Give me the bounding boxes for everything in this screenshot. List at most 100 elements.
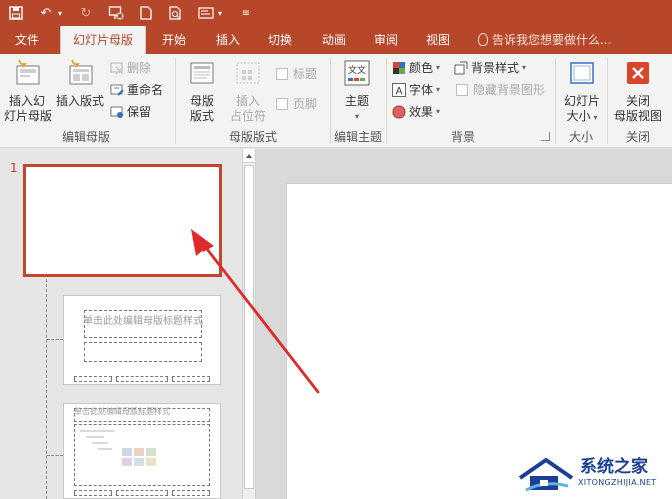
- watermark-subtext: XITONGZHIJIA.NET: [578, 478, 657, 487]
- preserve-label: 保留: [127, 105, 152, 119]
- group-divider: [175, 58, 176, 144]
- redo-icon[interactable]: ↻: [74, 2, 98, 24]
- watermark-text: 系统之家: [580, 457, 648, 477]
- title-checkbox-label: 标题: [293, 67, 318, 81]
- insert-slide-master-label-1: 插入幻: [8, 94, 45, 108]
- master-layout-label-1: 母版: [189, 94, 214, 108]
- hide-background-checkbox[interactable]: 隐藏背景图形: [456, 80, 545, 100]
- slide-size-button[interactable]: 幻灯片 大小 ▾: [560, 58, 604, 125]
- title-content-layout-thumbnail[interactable]: 单击此处编辑母版标题样式: [63, 403, 221, 499]
- undo-icon[interactable]: ↶: [34, 2, 58, 24]
- powerpoint-window: ↶ ▾ ↻ ▾ ≡ 文件 幻灯片母版 开始 插入 切换 动画 审阅 视图 告诉我…: [0, 0, 672, 499]
- tab-transitions[interactable]: 切换: [258, 26, 302, 54]
- svg-text:A: A: [396, 86, 403, 97]
- colors-button[interactable]: 颜色 ▾: [392, 58, 440, 78]
- fonts-label: 字体: [409, 83, 434, 97]
- title-checkbox[interactable]: 标题: [276, 64, 317, 84]
- slide-number: 1: [10, 161, 18, 175]
- tell-me-text: 告诉我您想要做什么...: [492, 33, 612, 47]
- tab-view[interactable]: 视图: [416, 26, 460, 54]
- delete-slide-icon: [110, 62, 124, 75]
- insert-slide-master-button[interactable]: 插入幻 灯片母版: [4, 58, 53, 124]
- house-logo-icon: [518, 458, 574, 492]
- rename-icon: [110, 84, 124, 96]
- group-label-edit-theme: 编辑主题: [333, 130, 382, 144]
- page-number-placeholder-box: [172, 490, 210, 496]
- undo-dropdown-icon[interactable]: ▾: [58, 9, 68, 18]
- insert-slide-master-label-2: 灯片母版: [4, 109, 53, 123]
- hide-background-checkbox-box[interactable]: [456, 84, 468, 96]
- hide-background-label: 隐藏背景图形: [473, 83, 546, 97]
- tab-animations[interactable]: 动画: [312, 26, 356, 54]
- group-label-close: 关闭: [625, 130, 650, 144]
- footer-placeholder-box: [116, 376, 168, 382]
- rename-label: 重命名: [127, 83, 164, 97]
- insert-placeholder-button[interactable]: 插入 占位符: [226, 58, 270, 124]
- fonts-button[interactable]: A 字体 ▾: [392, 80, 440, 100]
- master-layout-icon: [190, 62, 214, 84]
- slide-size-label-1: 幻灯片: [563, 94, 600, 108]
- background-styles-button[interactable]: 背景样式 ▾: [454, 58, 526, 78]
- preserve-button[interactable]: 保留: [110, 102, 151, 122]
- site-watermark: 系统之家 XITONGZHIJIA.NET: [510, 448, 672, 499]
- new-file-icon[interactable]: [134, 2, 158, 24]
- save-icon[interactable]: [4, 2, 28, 24]
- title-layout-title-text: 单击此处编辑母版标题样式: [83, 316, 203, 327]
- master-layout-button[interactable]: 母版 版式: [182, 58, 222, 124]
- group-label-master-layout: 母版版式: [228, 130, 277, 144]
- footer-checkbox[interactable]: 页脚: [276, 94, 317, 114]
- colors-label: 颜色: [409, 61, 434, 75]
- customize-dropdown-icon[interactable]: ▾: [218, 9, 228, 18]
- background-dialog-launcher-icon[interactable]: [541, 132, 550, 141]
- group-label-edit-master: 编辑母版: [61, 130, 110, 144]
- title-layout-thumbnail[interactable]: 单击此处编辑母版标题样式: [63, 295, 221, 385]
- group-label-size: 大小: [568, 130, 593, 144]
- present-from-start-icon[interactable]: [104, 2, 128, 24]
- footer-checkbox-label: 页脚: [293, 97, 318, 111]
- slide-size-dropdown-icon: ▾: [593, 113, 598, 122]
- close-master-view-label-1: 关闭: [625, 94, 650, 108]
- tab-file[interactable]: 文件: [4, 26, 50, 54]
- slide-size-icon: [570, 62, 594, 84]
- footer-checkbox-box[interactable]: [276, 98, 288, 110]
- scroll-thumb[interactable]: [244, 165, 254, 489]
- themes-icon: 文文: [344, 60, 370, 86]
- effects-button[interactable]: 效果 ▾: [392, 102, 440, 122]
- group-divider: [386, 58, 387, 144]
- background-styles-icon: [454, 61, 468, 75]
- tab-slide-master[interactable]: 幻灯片母版: [60, 26, 146, 54]
- lightbulb-icon: [478, 33, 488, 46]
- title-checkbox-box[interactable]: [276, 68, 288, 80]
- screenshot-icon[interactable]: [194, 2, 218, 24]
- preserve-pin-icon: [110, 106, 123, 118]
- insert-placeholder-label-2: 占位符: [229, 109, 266, 123]
- close-master-view-label-2: 母版视图: [613, 109, 662, 123]
- tab-insert[interactable]: 插入: [206, 26, 250, 54]
- customize-qat-icon[interactable]: ≡: [234, 2, 258, 24]
- background-styles-label: 背景样式: [471, 61, 520, 75]
- print-preview-icon[interactable]: [164, 2, 188, 24]
- fonts-dropdown-icon: ▾: [436, 85, 441, 94]
- tab-home[interactable]: 开始: [152, 26, 196, 54]
- layout-connector-line: [46, 279, 47, 499]
- background-styles-dropdown-icon: ▾: [522, 63, 527, 72]
- slide-size-label-2: 大小: [566, 109, 591, 123]
- scroll-up-arrow-icon[interactable]: [243, 149, 255, 163]
- group-label-background: 背景: [450, 130, 475, 144]
- delete-button[interactable]: 删除: [110, 58, 151, 78]
- rename-button[interactable]: 重命名: [110, 80, 163, 100]
- themes-button[interactable]: 文文 主题 ▾: [336, 58, 378, 124]
- close-master-view-button[interactable]: 关闭 母版视图: [610, 58, 666, 124]
- tab-review[interactable]: 审阅: [364, 26, 408, 54]
- insert-layout-button[interactable]: 插入版式: [54, 58, 106, 109]
- slide-master-thumbnail[interactable]: [23, 164, 222, 277]
- tell-me-search[interactable]: 告诉我您想要做什么...: [478, 26, 611, 54]
- ribbon: 插入幻 灯片母版 插入版式 删除 重命名 保留 编辑母版 母版 版式 插入 占位…: [0, 54, 672, 148]
- footer-placeholder-box: [116, 490, 168, 496]
- themes-dropdown-icon: ▾: [354, 112, 359, 121]
- thumbnail-scrollbar[interactable]: [242, 149, 256, 499]
- ribbon-tabs: 文件 幻灯片母版 开始 插入 切换 动画 审阅 视图 告诉我您想要做什么...: [0, 26, 672, 54]
- layout-connector-tick: [47, 339, 63, 340]
- slide-thumbnail-pane: 1 单击此处编辑母版标题样式 单击此处编辑母版标题样式: [0, 149, 242, 499]
- group-divider: [607, 58, 608, 144]
